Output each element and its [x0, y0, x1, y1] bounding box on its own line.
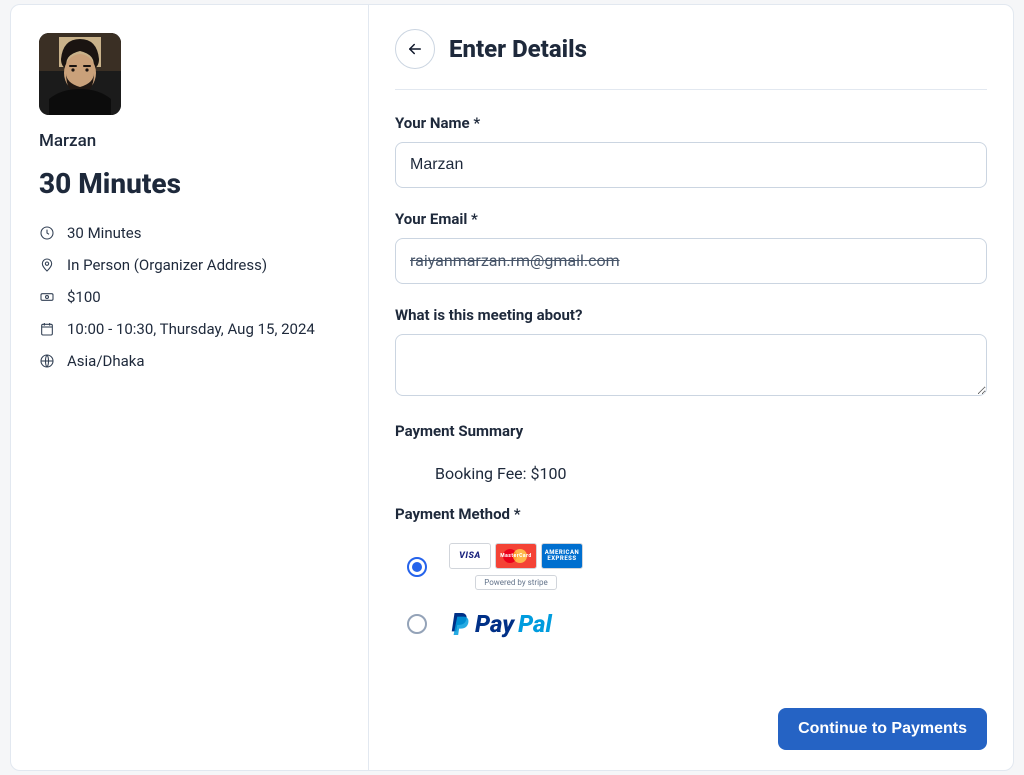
- meta-duration-text: 30 Minutes: [67, 224, 141, 242]
- panel-footer: Continue to Payments: [395, 698, 987, 750]
- divider: [395, 89, 987, 90]
- meta-timezone: Asia/Dhaka: [39, 352, 340, 370]
- field-email: Your Email * raiyanmarzan.rm@gmail.com: [395, 210, 987, 284]
- field-name: Your Name *: [395, 114, 987, 188]
- meta-duration: 30 Minutes: [39, 224, 340, 242]
- booking-fee: Booking Fee: $100: [395, 450, 987, 497]
- host-avatar: [39, 33, 121, 115]
- event-sidebar: Marzan 30 Minutes 30 Minutes In Person (…: [11, 5, 369, 770]
- meta-location: In Person (Organizer Address): [39, 256, 340, 274]
- card-logos: VISA MasterCard AMERICAN EXPRESS: [449, 543, 583, 569]
- payment-summary-label: Payment Summary: [395, 422, 987, 440]
- panel-header: Enter Details: [395, 29, 987, 69]
- booking-card: Marzan 30 Minutes 30 Minutes In Person (…: [10, 4, 1014, 771]
- paypal-icon: [449, 611, 471, 637]
- event-title: 30 Minutes: [39, 167, 340, 200]
- visa-icon: VISA: [449, 543, 491, 569]
- arrow-left-icon: [406, 40, 424, 58]
- panel-title: Enter Details: [449, 35, 587, 63]
- paypal-text-pay: Pay: [475, 610, 514, 638]
- about-label: What is this meeting about?: [395, 306, 987, 324]
- about-input[interactable]: [395, 334, 987, 396]
- back-button[interactable]: [395, 29, 435, 69]
- amex-icon: AMERICAN EXPRESS: [541, 543, 583, 569]
- email-value: raiyanmarzan.rm@gmail.com: [410, 251, 620, 270]
- clock-icon: [39, 225, 55, 241]
- details-panel: Enter Details Your Name * Your Email * r…: [369, 5, 1013, 770]
- mastercard-icon: MasterCard: [495, 543, 537, 569]
- continue-button[interactable]: Continue to Payments: [778, 708, 987, 750]
- payment-method-group: Payment Method * VISA MasterCard AMERICA…: [395, 505, 987, 648]
- meta-datetime-text: 10:00 - 10:30, Thursday, Aug 15, 2024: [67, 320, 315, 338]
- meta-price: $100: [39, 288, 340, 306]
- payment-method-paypal[interactable]: PayPal: [395, 600, 987, 648]
- event-meta: 30 Minutes In Person (Organizer Address)…: [39, 224, 340, 370]
- globe-icon: [39, 353, 55, 369]
- name-input[interactable]: [395, 142, 987, 188]
- powered-by-stripe: Powered by stripe: [475, 575, 557, 590]
- calendar-icon: [39, 321, 55, 337]
- radio-paypal[interactable]: [407, 614, 427, 634]
- meta-location-text: In Person (Organizer Address): [67, 256, 267, 274]
- payment-method-label: Payment Method *: [395, 505, 987, 523]
- radio-stripe[interactable]: [407, 557, 427, 577]
- meta-timezone-text: Asia/Dhaka: [67, 352, 145, 370]
- paypal-brand: PayPal: [449, 610, 552, 638]
- payment-method-stripe[interactable]: VISA MasterCard AMERICAN EXPRESS Powered…: [395, 533, 987, 600]
- host-name: Marzan: [39, 131, 340, 151]
- paypal-text-pal: Pal: [518, 610, 552, 638]
- money-icon: [39, 289, 55, 305]
- name-label: Your Name *: [395, 114, 987, 132]
- field-about: What is this meeting about?: [395, 306, 987, 400]
- meta-price-text: $100: [67, 288, 101, 306]
- location-icon: [39, 257, 55, 273]
- stripe-brand: VISA MasterCard AMERICAN EXPRESS Powered…: [449, 543, 583, 590]
- email-input[interactable]: raiyanmarzan.rm@gmail.com: [395, 238, 987, 284]
- email-label: Your Email *: [395, 210, 987, 228]
- meta-datetime: 10:00 - 10:30, Thursday, Aug 15, 2024: [39, 320, 340, 338]
- payment-summary: Payment Summary Booking Fee: $100: [395, 422, 987, 497]
